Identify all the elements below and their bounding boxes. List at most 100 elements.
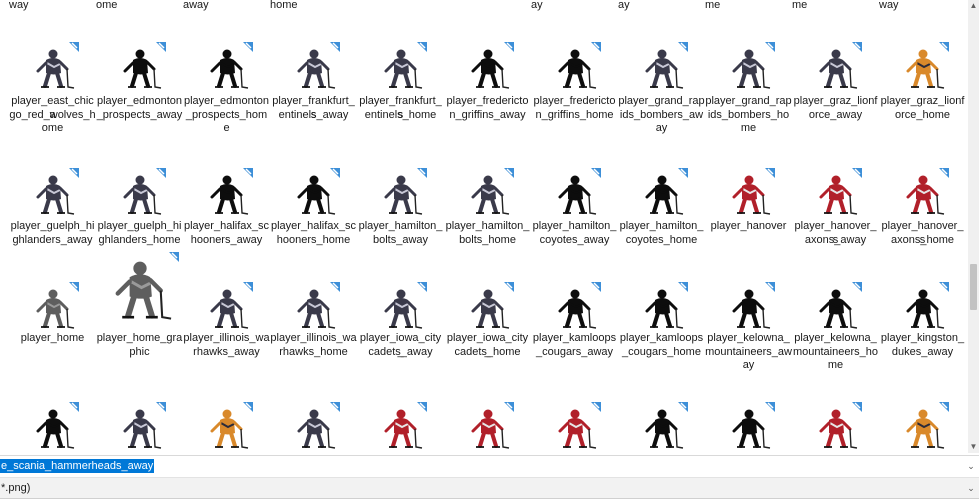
player-thumbnail-icon — [104, 252, 179, 329]
filename-dropdown-chevron-icon[interactable]: ⌄ — [965, 458, 977, 474]
file-label-partial: ay — [618, 0, 630, 11]
file-badge-icon — [764, 168, 775, 178]
file-label-line: go_red_wolves_h — [9, 108, 96, 121]
player-thumbnail-icon — [813, 402, 862, 453]
file-badge-icon — [938, 402, 949, 412]
file-badge-icon — [416, 168, 427, 178]
file-label-line: _cougars_away — [535, 345, 614, 358]
file-label-line: player_graz_lionf — [880, 95, 965, 107]
filename-row: e_scania_hammerheads_away ⌄ — [0, 455, 979, 477]
file-badge-icon — [503, 42, 514, 52]
player-thumbnail-icon — [30, 402, 79, 453]
file-label-line: player_hanover — [710, 220, 787, 232]
player-thumbnail-icon — [204, 282, 253, 335]
file-badge-icon — [764, 282, 775, 292]
player-thumbnail-icon — [813, 42, 862, 95]
file-badge-icon — [242, 168, 253, 178]
file-label-line: player_halifax_sc — [271, 220, 356, 232]
file-label-line: n_griffins_away — [449, 108, 526, 121]
file-badge-icon — [329, 42, 340, 52]
file-badge-icon — [503, 168, 514, 178]
filetype-dropdown-chevron-icon[interactable]: ⌄ — [965, 480, 977, 496]
filetype-select[interactable]: *.png) — [1, 481, 30, 495]
scroll-down-arrow-icon[interactable]: ▼ — [968, 441, 979, 453]
file-badge-icon — [677, 42, 688, 52]
file-badge-icon — [168, 252, 179, 262]
file-badge-icon — [155, 402, 166, 412]
file-label-line: player_hamilton_ — [445, 220, 530, 232]
player-thumbnail-icon — [30, 42, 79, 95]
file-label-line: player_edmonton — [183, 95, 269, 107]
player-thumbnail-icon — [291, 168, 340, 221]
file-icon-view[interactable]: way ome away home ay ay me me way player_east_ch… — [0, 0, 968, 453]
file-label-line: player_illinois_wa — [270, 332, 357, 344]
player-thumbnail-icon — [726, 42, 775, 95]
file-badge-icon — [329, 402, 340, 412]
file-label-line: coyotes_home — [625, 233, 698, 246]
file-badge-icon — [590, 282, 601, 292]
scroll-up-arrow-icon[interactable]: ▲ — [968, 0, 979, 12]
file-badge-icon — [764, 402, 775, 412]
filetype-row: *.png) ⌄ — [0, 477, 979, 499]
file-label-line: dukes_away — [891, 345, 954, 358]
player-thumbnail-icon — [465, 402, 514, 453]
player-thumbnail-icon — [465, 282, 514, 335]
file-label-line: player_edmonton — [96, 95, 182, 107]
file-badge-icon — [677, 168, 688, 178]
file-label-partial: me — [792, 0, 808, 11]
player-thumbnail-icon — [813, 168, 862, 221]
file-badge-icon — [68, 282, 79, 292]
file-label-line: player_hamilton_ — [358, 220, 443, 232]
filename-input[interactable]: e_scania_hammerheads_away — [0, 458, 960, 474]
file-label-line: axons_away — [804, 233, 867, 246]
vertical-scrollbar[interactable]: ▲ ▼ — [968, 0, 979, 453]
file-label-line: player_fredericto — [446, 95, 529, 107]
player-thumbnail-icon — [639, 282, 688, 335]
file-badge-icon — [242, 42, 253, 52]
file-label-line: hooners_away — [190, 233, 263, 246]
player-thumbnail-icon — [726, 402, 775, 453]
file-label-line: ay — [742, 359, 755, 371]
filename-selected-text[interactable]: e_scania_hammerheads_away — [0, 459, 155, 473]
file-badge-icon — [851, 42, 862, 52]
file-badge-icon — [590, 402, 601, 412]
file-label-line: player_home — [20, 332, 85, 344]
scrollbar-thumb[interactable] — [970, 264, 977, 310]
file-label-line: bolts_away — [372, 233, 429, 246]
player-thumbnail-icon — [465, 42, 514, 95]
file-badge-icon — [329, 168, 340, 178]
player-thumbnail-icon — [813, 282, 862, 335]
player-thumbnail-icon — [900, 168, 949, 221]
player-thumbnail-icon — [900, 282, 949, 335]
file-badge-icon — [677, 402, 688, 412]
file-label-line: player_kamloops — [619, 332, 704, 344]
file-badge-icon — [68, 402, 79, 412]
file-label-line: cadets_away — [368, 345, 433, 358]
player-thumbnail-icon — [204, 42, 253, 95]
file-label-line: mountaineers_ho — [792, 345, 878, 358]
file-label-line: player_hamilton_ — [619, 220, 704, 232]
file-label-line: player_home_gra — [96, 332, 183, 344]
player-thumbnail-icon — [291, 282, 340, 335]
file-badge-icon — [938, 168, 949, 178]
player-thumbnail-icon — [726, 168, 775, 221]
player-thumbnail-icon — [204, 402, 253, 453]
file-badge-icon — [590, 42, 601, 52]
file-label-line: player_halifax_sc — [184, 220, 269, 232]
player-thumbnail-icon — [378, 168, 427, 221]
file-badge-icon — [155, 42, 166, 52]
file-label-partial: ay — [531, 0, 543, 11]
player-thumbnail-icon — [639, 402, 688, 453]
file-badge-icon — [851, 402, 862, 412]
file-badge-icon — [677, 282, 688, 292]
file-label-line: ome — [41, 122, 64, 134]
player-thumbnail-icon — [552, 168, 601, 221]
player-thumbnail-icon — [204, 168, 253, 221]
player-thumbnail-icon — [291, 402, 340, 453]
file-label-partial: me — [705, 0, 721, 11]
player-thumbnail-icon — [378, 42, 427, 95]
file-badge-icon — [503, 282, 514, 292]
player-thumbnail-icon — [117, 168, 166, 221]
player-thumbnail-icon — [552, 42, 601, 95]
file-label-line: coyotes_away — [539, 233, 610, 246]
